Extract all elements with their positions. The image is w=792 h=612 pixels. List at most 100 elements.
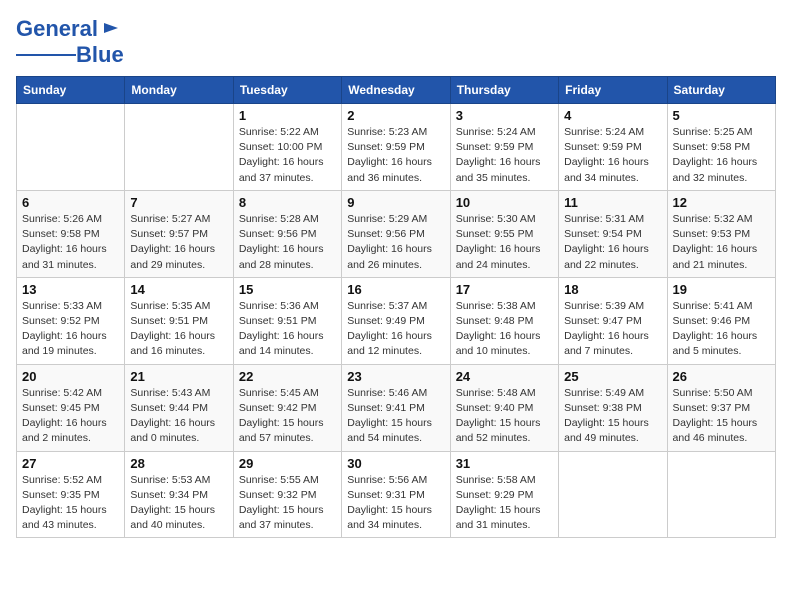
day-info: Sunrise: 5:55 AM Sunset: 9:32 PM Dayligh…: [239, 473, 336, 534]
calendar-cell: 31 Sunrise: 5:58 AM Sunset: 9:29 PM Dayli…: [450, 451, 558, 538]
day-info: Sunrise: 5:32 AM Sunset: 9:53 PM Dayligh…: [673, 212, 770, 273]
day-number: 7: [130, 195, 227, 210]
calendar-table: SundayMondayTuesdayWednesdayThursdayFrid…: [16, 76, 776, 538]
day-number: 25: [564, 369, 661, 384]
day-info: Sunrise: 5:50 AM Sunset: 9:37 PM Dayligh…: [673, 386, 770, 447]
day-info: Sunrise: 5:29 AM Sunset: 9:56 PM Dayligh…: [347, 212, 444, 273]
day-number: 28: [130, 456, 227, 471]
day-number: 23: [347, 369, 444, 384]
day-info: Sunrise: 5:35 AM Sunset: 9:51 PM Dayligh…: [130, 299, 227, 360]
day-number: 31: [456, 456, 553, 471]
calendar-cell: [667, 451, 775, 538]
day-number: 17: [456, 282, 553, 297]
day-info: Sunrise: 5:23 AM Sunset: 9:59 PM Dayligh…: [347, 125, 444, 186]
day-info: Sunrise: 5:53 AM Sunset: 9:34 PM Dayligh…: [130, 473, 227, 534]
calendar-cell: 20 Sunrise: 5:42 AM Sunset: 9:45 PM Dayli…: [17, 364, 125, 451]
calendar-cell: 25 Sunrise: 5:49 AM Sunset: 9:38 PM Dayli…: [559, 364, 667, 451]
calendar-week-4: 20 Sunrise: 5:42 AM Sunset: 9:45 PM Dayli…: [17, 364, 776, 451]
day-number: 6: [22, 195, 119, 210]
weekday-header-friday: Friday: [559, 77, 667, 104]
day-number: 27: [22, 456, 119, 471]
day-number: 16: [347, 282, 444, 297]
day-number: 22: [239, 369, 336, 384]
day-number: 18: [564, 282, 661, 297]
day-number: 29: [239, 456, 336, 471]
weekday-header-row: SundayMondayTuesdayWednesdayThursdayFrid…: [17, 77, 776, 104]
day-info: Sunrise: 5:46 AM Sunset: 9:41 PM Dayligh…: [347, 386, 444, 447]
calendar-cell: [559, 451, 667, 538]
day-info: Sunrise: 5:31 AM Sunset: 9:54 PM Dayligh…: [564, 212, 661, 273]
day-number: 19: [673, 282, 770, 297]
calendar-cell: 8Sunrise: 5:28 AM Sunset: 9:56 PM Daylig…: [233, 190, 341, 277]
calendar-cell: 21 Sunrise: 5:43 AM Sunset: 9:44 PM Dayli…: [125, 364, 233, 451]
calendar-cell: 27 Sunrise: 5:52 AM Sunset: 9:35 PM Dayli…: [17, 451, 125, 538]
calendar-week-5: 27 Sunrise: 5:52 AM Sunset: 9:35 PM Dayli…: [17, 451, 776, 538]
day-info: Sunrise: 5:24 AM Sunset: 9:59 PM Dayligh…: [564, 125, 661, 186]
calendar-cell: 28 Sunrise: 5:53 AM Sunset: 9:34 PM Dayli…: [125, 451, 233, 538]
day-info: Sunrise: 5:38 AM Sunset: 9:48 PM Dayligh…: [456, 299, 553, 360]
day-info: Sunrise: 5:22 AM Sunset: 10:00 PM Daylig…: [239, 125, 336, 186]
day-number: 21: [130, 369, 227, 384]
day-number: 2: [347, 108, 444, 123]
day-info: Sunrise: 5:28 AM Sunset: 9:56 PM Dayligh…: [239, 212, 336, 273]
calendar-cell: 6 Sunrise: 5:26 AM Sunset: 9:58 PM Daylig…: [17, 190, 125, 277]
day-info: Sunrise: 5:52 AM Sunset: 9:35 PM Dayligh…: [22, 473, 119, 534]
weekday-header-saturday: Saturday: [667, 77, 775, 104]
calendar-cell: 16 Sunrise: 5:37 AM Sunset: 9:49 PM Dayli…: [342, 277, 450, 364]
day-info: Sunrise: 5:56 AM Sunset: 9:31 PM Dayligh…: [347, 473, 444, 534]
day-number: 11: [564, 195, 661, 210]
calendar-cell: 2 Sunrise: 5:23 AM Sunset: 9:59 PM Daylig…: [342, 104, 450, 191]
calendar-cell: [125, 104, 233, 191]
day-info: Sunrise: 5:45 AM Sunset: 9:42 PM Dayligh…: [239, 386, 336, 447]
day-number: 26: [673, 369, 770, 384]
logo-blue-text: Blue: [76, 42, 124, 68]
day-number: 20: [22, 369, 119, 384]
day-info: Sunrise: 5:33 AM Sunset: 9:52 PM Dayligh…: [22, 299, 119, 360]
day-number: 14: [130, 282, 227, 297]
day-number: 3: [456, 108, 553, 123]
calendar-cell: 3Sunrise: 5:24 AM Sunset: 9:59 PM Daylig…: [450, 104, 558, 191]
day-info: Sunrise: 5:58 AM Sunset: 9:29 PM Dayligh…: [456, 473, 553, 534]
weekday-header-wednesday: Wednesday: [342, 77, 450, 104]
day-number: 5: [673, 108, 770, 123]
calendar-week-3: 13 Sunrise: 5:33 AM Sunset: 9:52 PM Dayli…: [17, 277, 776, 364]
day-info: Sunrise: 5:43 AM Sunset: 9:44 PM Dayligh…: [130, 386, 227, 447]
day-info: Sunrise: 5:49 AM Sunset: 9:38 PM Dayligh…: [564, 386, 661, 447]
day-info: Sunrise: 5:26 AM Sunset: 9:58 PM Dayligh…: [22, 212, 119, 273]
day-number: 24: [456, 369, 553, 384]
calendar-cell: 15 Sunrise: 5:36 AM Sunset: 9:51 PM Dayli…: [233, 277, 341, 364]
day-number: 13: [22, 282, 119, 297]
calendar-cell: 17 Sunrise: 5:38 AM Sunset: 9:48 PM Dayli…: [450, 277, 558, 364]
calendar-cell: 22 Sunrise: 5:45 AM Sunset: 9:42 PM Dayli…: [233, 364, 341, 451]
day-number: 12: [673, 195, 770, 210]
calendar-cell: 29 Sunrise: 5:55 AM Sunset: 9:32 PM Dayli…: [233, 451, 341, 538]
calendar-cell: 4Sunrise: 5:24 AM Sunset: 9:59 PM Daylig…: [559, 104, 667, 191]
calendar-cell: 19 Sunrise: 5:41 AM Sunset: 9:46 PM Dayli…: [667, 277, 775, 364]
day-number: 9: [347, 195, 444, 210]
calendar-cell: [17, 104, 125, 191]
calendar-cell: 12 Sunrise: 5:32 AM Sunset: 9:53 PM Dayli…: [667, 190, 775, 277]
logo: General Blue: [16, 16, 124, 68]
calendar-cell: 23 Sunrise: 5:46 AM Sunset: 9:41 PM Dayli…: [342, 364, 450, 451]
day-info: Sunrise: 5:41 AM Sunset: 9:46 PM Dayligh…: [673, 299, 770, 360]
day-number: 30: [347, 456, 444, 471]
logo-arrow-icon: [102, 19, 120, 42]
page-header: General Blue: [16, 16, 776, 68]
calendar-week-1: 1 Sunrise: 5:22 AM Sunset: 10:00 PM Dayli…: [17, 104, 776, 191]
calendar-cell: 26 Sunrise: 5:50 AM Sunset: 9:37 PM Dayli…: [667, 364, 775, 451]
day-number: 1: [239, 108, 336, 123]
calendar-cell: 7 Sunrise: 5:27 AM Sunset: 9:57 PM Daylig…: [125, 190, 233, 277]
calendar-week-2: 6 Sunrise: 5:26 AM Sunset: 9:58 PM Daylig…: [17, 190, 776, 277]
calendar-cell: 18Sunrise: 5:39 AM Sunset: 9:47 PM Dayli…: [559, 277, 667, 364]
day-info: Sunrise: 5:42 AM Sunset: 9:45 PM Dayligh…: [22, 386, 119, 447]
day-info: Sunrise: 5:36 AM Sunset: 9:51 PM Dayligh…: [239, 299, 336, 360]
weekday-header-sunday: Sunday: [17, 77, 125, 104]
day-number: 15: [239, 282, 336, 297]
day-info: Sunrise: 5:37 AM Sunset: 9:49 PM Dayligh…: [347, 299, 444, 360]
calendar-cell: 30 Sunrise: 5:56 AM Sunset: 9:31 PM Dayli…: [342, 451, 450, 538]
day-info: Sunrise: 5:30 AM Sunset: 9:55 PM Dayligh…: [456, 212, 553, 273]
day-info: Sunrise: 5:27 AM Sunset: 9:57 PM Dayligh…: [130, 212, 227, 273]
day-number: 10: [456, 195, 553, 210]
calendar-cell: 5Sunrise: 5:25 AM Sunset: 9:58 PM Daylig…: [667, 104, 775, 191]
calendar-cell: 24Sunrise: 5:48 AM Sunset: 9:40 PM Dayli…: [450, 364, 558, 451]
